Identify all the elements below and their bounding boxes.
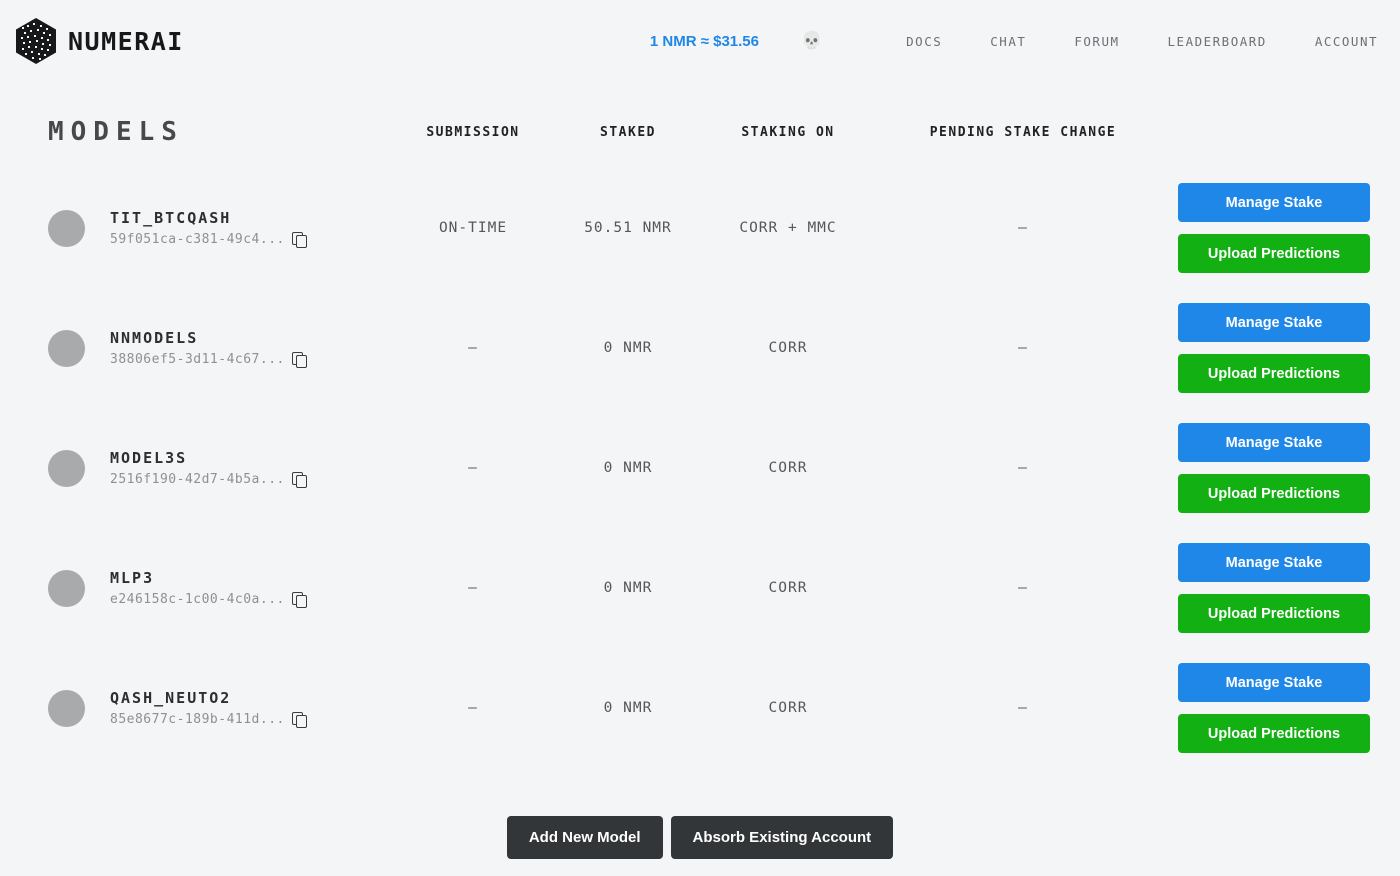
pending-stake-change-value: – (868, 460, 1178, 476)
table-row: MODEL3S 2516f190-42d7-4b5a... – 0 NMR CO… (48, 408, 1370, 528)
model-id-line: e246158c-1c00-4c0a... (110, 592, 307, 608)
col-header-staking-on: STAKING ON (708, 125, 868, 140)
model-name: QASH_NEUTO2 (110, 689, 307, 707)
staking-on-value: CORR (708, 340, 868, 356)
row-actions: Manage Stake Upload Predictions (1178, 303, 1370, 393)
table-row: TIT_BTCQASH 59f051ca-c381-49c4... ON-TIM… (48, 168, 1370, 288)
staking-on-value: CORR + MMC (708, 220, 868, 236)
model-rows: TIT_BTCQASH 59f051ca-c381-49c4... ON-TIM… (48, 168, 1370, 768)
table-row: QASH_NEUTO2 85e8677c-189b-411d... – 0 NM… (48, 648, 1370, 768)
table-row: MLP3 e246158c-1c00-4c0a... – 0 NMR CORR … (48, 528, 1370, 648)
model-cell: QASH_NEUTO2 85e8677c-189b-411d... (48, 689, 398, 728)
copy-icon[interactable] (292, 472, 307, 488)
model-name: MODEL3S (110, 449, 307, 467)
upload-predictions-button[interactable]: Upload Predictions (1178, 234, 1370, 273)
numerai-brand[interactable]: NUMERAI (14, 17, 184, 65)
model-cell: TIT_BTCQASH 59f051ca-c381-49c4... (48, 209, 398, 248)
table-header-row: MODELS SUBMISSION STAKED STAKING ON PEND… (48, 96, 1370, 168)
models-table: MODELS SUBMISSION STAKED STAKING ON PEND… (0, 96, 1400, 768)
table-row: NNMODELS 38806ef5-3d11-4c67... – 0 NMR C… (48, 288, 1370, 408)
page-title: MODELS (48, 117, 398, 147)
submission-value: – (398, 340, 548, 356)
nav-link-docs[interactable]: DOCS (906, 34, 942, 49)
pending-stake-change-value: – (868, 580, 1178, 596)
numerai-hexagon-logo (14, 17, 58, 65)
copy-icon[interactable] (292, 592, 307, 608)
staking-on-value: CORR (708, 460, 868, 476)
staking-on-value: CORR (708, 700, 868, 716)
model-meta: TIT_BTCQASH 59f051ca-c381-49c4... (110, 209, 307, 248)
col-header-pending-stake-change: PENDING STAKE CHANGE (868, 125, 1178, 140)
model-meta: QASH_NEUTO2 85e8677c-189b-411d... (110, 689, 307, 728)
model-id-line: 85e8677c-189b-411d... (110, 712, 307, 728)
row-actions: Manage Stake Upload Predictions (1178, 423, 1370, 513)
navbar-right: 1 NMR ≈ $31.56 💀 DOCS CHAT FORUM LEADERB… (650, 31, 1378, 51)
model-name: TIT_BTCQASH (110, 209, 307, 227)
pending-stake-change-value: – (868, 700, 1178, 716)
pending-stake-change-value: – (868, 340, 1178, 356)
model-meta: MLP3 e246158c-1c00-4c0a... (110, 569, 307, 608)
model-avatar (48, 690, 85, 727)
staked-value: 0 NMR (548, 460, 708, 476)
model-id: e246158c-1c00-4c0a... (110, 592, 285, 607)
upload-predictions-button[interactable]: Upload Predictions (1178, 714, 1370, 753)
skull-icon[interactable]: 💀 (801, 31, 822, 51)
submission-value: – (398, 580, 548, 596)
nav-link-account[interactable]: ACCOUNT (1315, 34, 1378, 49)
pending-stake-change-value: – (868, 220, 1178, 236)
copy-icon[interactable] (292, 232, 307, 248)
model-meta: MODEL3S 2516f190-42d7-4b5a... (110, 449, 307, 488)
col-header-submission: SUBMISSION (398, 125, 548, 140)
staked-value: 0 NMR (548, 700, 708, 716)
footer-actions: Add New Model Absorb Existing Account (0, 816, 1400, 859)
upload-predictions-button[interactable]: Upload Predictions (1178, 354, 1370, 393)
model-name: NNMODELS (110, 329, 307, 347)
nav-link-forum[interactable]: FORUM (1074, 34, 1119, 49)
nav-link-leaderboard[interactable]: LEADERBOARD (1168, 34, 1267, 49)
model-avatar (48, 570, 85, 607)
submission-value: – (398, 460, 548, 476)
model-cell: NNMODELS 38806ef5-3d11-4c67... (48, 329, 398, 368)
row-actions: Manage Stake Upload Predictions (1178, 543, 1370, 633)
manage-stake-button[interactable]: Manage Stake (1178, 663, 1370, 702)
model-meta: NNMODELS 38806ef5-3d11-4c67... (110, 329, 307, 368)
manage-stake-button[interactable]: Manage Stake (1178, 543, 1370, 582)
row-actions: Manage Stake Upload Predictions (1178, 663, 1370, 753)
copy-icon[interactable] (292, 712, 307, 728)
upload-predictions-button[interactable]: Upload Predictions (1178, 474, 1370, 513)
copy-icon[interactable] (292, 352, 307, 368)
upload-predictions-button[interactable]: Upload Predictions (1178, 594, 1370, 633)
manage-stake-button[interactable]: Manage Stake (1178, 303, 1370, 342)
manage-stake-button[interactable]: Manage Stake (1178, 423, 1370, 462)
staking-on-value: CORR (708, 580, 868, 596)
row-actions: Manage Stake Upload Predictions (1178, 183, 1370, 273)
model-avatar (48, 210, 85, 247)
model-id: 38806ef5-3d11-4c67... (110, 352, 285, 367)
manage-stake-button[interactable]: Manage Stake (1178, 183, 1370, 222)
model-cell: MODEL3S 2516f190-42d7-4b5a... (48, 449, 398, 488)
add-new-model-button[interactable]: Add New Model (507, 816, 663, 859)
navbar: NUMERAI 1 NMR ≈ $31.56 💀 DOCS CHAT FORUM… (0, 0, 1400, 82)
model-name: MLP3 (110, 569, 307, 587)
model-id-line: 59f051ca-c381-49c4... (110, 232, 307, 248)
col-header-staked: STAKED (548, 125, 708, 140)
model-id: 59f051ca-c381-49c4... (110, 232, 285, 247)
brand-name: NUMERAI (68, 27, 184, 56)
staked-value: 0 NMR (548, 340, 708, 356)
nmr-price: 1 NMR ≈ $31.56 (650, 33, 759, 50)
model-id-line: 2516f190-42d7-4b5a... (110, 472, 307, 488)
submission-value: ON-TIME (398, 220, 548, 236)
staked-value: 0 NMR (548, 580, 708, 596)
model-avatar (48, 330, 85, 367)
staked-value: 50.51 NMR (548, 220, 708, 236)
model-cell: MLP3 e246158c-1c00-4c0a... (48, 569, 398, 608)
absorb-existing-account-button[interactable]: Absorb Existing Account (671, 816, 894, 859)
submission-value: – (398, 700, 548, 716)
model-avatar (48, 450, 85, 487)
nav-links: DOCS CHAT FORUM LEADERBOARD ACCOUNT (858, 34, 1378, 49)
nav-link-chat[interactable]: CHAT (990, 34, 1026, 49)
model-id: 2516f190-42d7-4b5a... (110, 472, 285, 487)
model-id-line: 38806ef5-3d11-4c67... (110, 352, 307, 368)
model-id: 85e8677c-189b-411d... (110, 712, 285, 727)
